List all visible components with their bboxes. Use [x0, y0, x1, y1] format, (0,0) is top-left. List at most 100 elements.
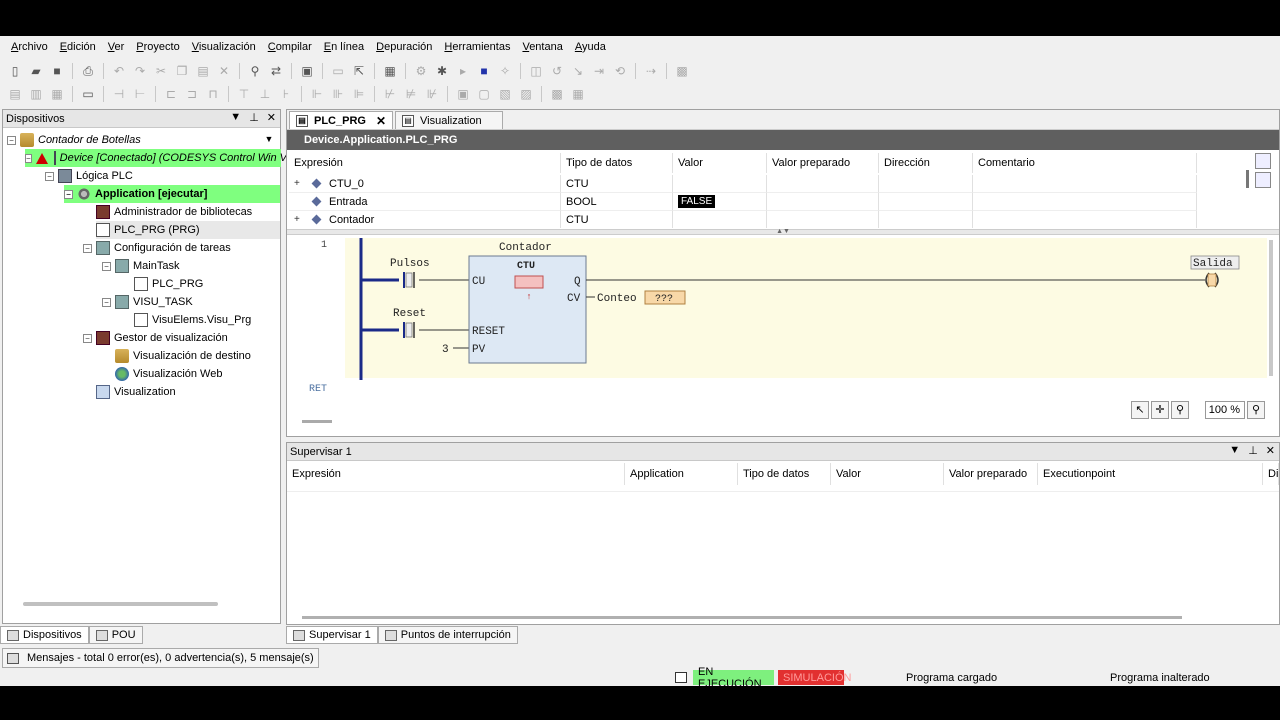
stop-icon[interactable]: ■	[475, 62, 493, 80]
pan-icon[interactable]: ✛	[1151, 401, 1169, 419]
ladder-tool-icon[interactable]: ▢	[475, 85, 493, 103]
ctu-function-block[interactable]	[468, 255, 587, 364]
tree-item-application[interactable]: − Application [ejecutar]	[64, 185, 280, 203]
column-header[interactable]: Tipo de datos	[738, 463, 831, 485]
column-header[interactable]: Expresión	[287, 463, 625, 485]
tree-item-plc-logic[interactable]: − Lógica PLC	[45, 167, 133, 185]
tab-supervisar-1[interactable]: Supervisar 1	[286, 626, 378, 644]
insert-branch-icon[interactable]: ⊩	[308, 85, 326, 103]
set-reset-icon[interactable]: ⊮	[423, 85, 441, 103]
export-icon[interactable]: ⇱	[350, 62, 368, 80]
insert-set-icon[interactable]: ⊐	[183, 85, 201, 103]
insert-return-icon[interactable]: ⊥	[256, 85, 274, 103]
delete-icon[interactable]: ✕	[215, 62, 233, 80]
chevron-down-icon[interactable]: ▼	[1229, 444, 1240, 457]
tree-item-maintask[interactable]: − MainTask	[102, 257, 179, 275]
menu-visualizacion[interactable]: Visualización	[186, 41, 262, 53]
ladder-tool-icon[interactable]: ▨	[517, 85, 535, 103]
paste-icon[interactable]: ▤	[194, 62, 212, 80]
ladder-tool-icon[interactable]: ▧	[496, 85, 514, 103]
cycle-icon[interactable]: ⟲	[611, 62, 629, 80]
start-icon[interactable]: ▸	[454, 62, 472, 80]
print-icon[interactable]: ⎙	[79, 62, 97, 80]
save-icon[interactable]: ■	[48, 62, 66, 80]
step-into-icon[interactable]: ↘	[569, 62, 587, 80]
tabular-view-icon[interactable]	[1255, 172, 1271, 188]
tree-item-maintask-plc-prg[interactable]: PLC_PRG	[134, 275, 203, 293]
table-row[interactable]: Entrada BOOL FALSE	[289, 193, 1197, 211]
chevron-down-icon[interactable]: ▼	[230, 111, 241, 124]
insert-output-icon[interactable]: ⊫	[350, 85, 368, 103]
pointer-icon[interactable]: ↖	[1131, 401, 1149, 419]
find-icon[interactable]: ⚲	[246, 62, 264, 80]
collapse-toggle[interactable]: −	[45, 171, 54, 181]
menu-edicion[interactable]: Edición	[54, 41, 102, 53]
logout-icon[interactable]: ✱	[433, 62, 451, 80]
contact-reset[interactable]	[403, 322, 415, 338]
prepared-value-cell[interactable]	[767, 175, 879, 193]
column-header[interactable]: Expresión	[289, 153, 561, 173]
expand-icon[interactable]: +	[294, 214, 303, 225]
watch-empty-row[interactable]	[287, 491, 1279, 492]
ladder-horizontal-scrollbar[interactable]	[302, 420, 332, 423]
tree-item-plc-prg[interactable]: PLC_PRG (PRG)	[96, 221, 280, 239]
column-header[interactable]: Valor	[831, 463, 944, 485]
close-icon[interactable]: ✕	[1266, 444, 1275, 457]
pin-icon[interactable]: ⊥	[249, 111, 259, 124]
ladder-tool-icon[interactable]: ▣	[454, 85, 472, 103]
device-icon[interactable]: ▣	[298, 62, 316, 80]
insert-input-icon[interactable]: ⊪	[329, 85, 347, 103]
insert-contact-icon[interactable]: ⊣	[110, 85, 128, 103]
toggle-comment-icon[interactable]: ▦	[48, 85, 66, 103]
table-row[interactable]: + CTU_0 CTU	[289, 175, 1197, 193]
watch-horizontal-scrollbar[interactable]	[302, 616, 1182, 619]
tree-item-target-visu[interactable]: Visualización de destino	[115, 347, 251, 365]
tree-item-visu-task[interactable]: − VISU_TASK	[102, 293, 193, 311]
menu-compilar[interactable]: Compilar	[262, 41, 318, 53]
menu-depuracion[interactable]: Depuración	[370, 41, 438, 53]
insert-label-icon[interactable]: ⊦	[277, 85, 295, 103]
contact-pulsos[interactable]	[403, 272, 415, 288]
close-icon[interactable]: ✕	[267, 111, 276, 124]
expand-icon[interactable]: +	[294, 178, 303, 189]
column-header[interactable]: Application	[625, 463, 738, 485]
replace-icon[interactable]: ⇄	[267, 62, 285, 80]
force-values-icon[interactable]: ▩	[673, 62, 691, 80]
column-header[interactable]: Dirección	[879, 153, 973, 173]
collapse-toggle[interactable]: −	[25, 153, 32, 163]
reset-icon[interactable]: ✧	[496, 62, 514, 80]
menu-ver[interactable]: Ver	[102, 41, 131, 53]
insert-network-icon[interactable]: ▤	[6, 85, 24, 103]
column-header[interactable]: Executionpoint	[1038, 463, 1263, 485]
redo-icon[interactable]: ↷	[131, 62, 149, 80]
open-folder-icon[interactable]: ▰	[27, 62, 45, 80]
collapse-toggle[interactable]: −	[102, 261, 111, 271]
menu-archivo[interactable]: Archivo	[5, 41, 54, 53]
coil-salida[interactable]	[1205, 272, 1219, 288]
insert-coil-icon[interactable]: ⊏	[162, 85, 180, 103]
prepared-value-cell[interactable]	[767, 193, 879, 211]
close-icon[interactable]: ✕	[376, 114, 386, 128]
cut-icon[interactable]: ✂	[152, 62, 170, 80]
tab-breakpoints[interactable]: Puntos de interrupción	[377, 626, 518, 644]
tree-item-visualization[interactable]: Visualization	[96, 383, 176, 401]
tab-pou[interactable]: POU	[88, 626, 143, 644]
collapse-toggle[interactable]: −	[102, 297, 111, 307]
new-file-icon[interactable]: ▯	[6, 62, 24, 80]
tree-item-web-visu[interactable]: Visualización Web	[115, 365, 222, 383]
negate-icon[interactable]: ⊬	[381, 85, 399, 103]
insert-jump-icon[interactable]: ⊤	[235, 85, 253, 103]
menu-en-linea[interactable]: En línea	[318, 41, 370, 53]
collapse-toggle[interactable]: −	[83, 243, 92, 253]
collapse-toggle[interactable]: −	[83, 333, 92, 343]
insert-network-below-icon[interactable]: ▥	[27, 85, 45, 103]
pin-icon[interactable]: ⊥	[1248, 444, 1258, 457]
menu-proyecto[interactable]: Proyecto	[130, 41, 185, 53]
login-icon[interactable]: ⚙	[412, 62, 430, 80]
write-values-icon[interactable]: ⇢	[642, 62, 660, 80]
insert-parallel-icon[interactable]: ⊢	[131, 85, 149, 103]
tree-item-project[interactable]: − Contador de Botellas ▼	[7, 131, 277, 149]
tree-item-library-manager[interactable]: Administrador de bibliotecas	[96, 203, 252, 221]
tree-item-device[interactable]: − Device [Conectado] (CODESYS Control Wi…	[25, 149, 293, 167]
breakpoint-icon[interactable]: ◫	[527, 62, 545, 80]
